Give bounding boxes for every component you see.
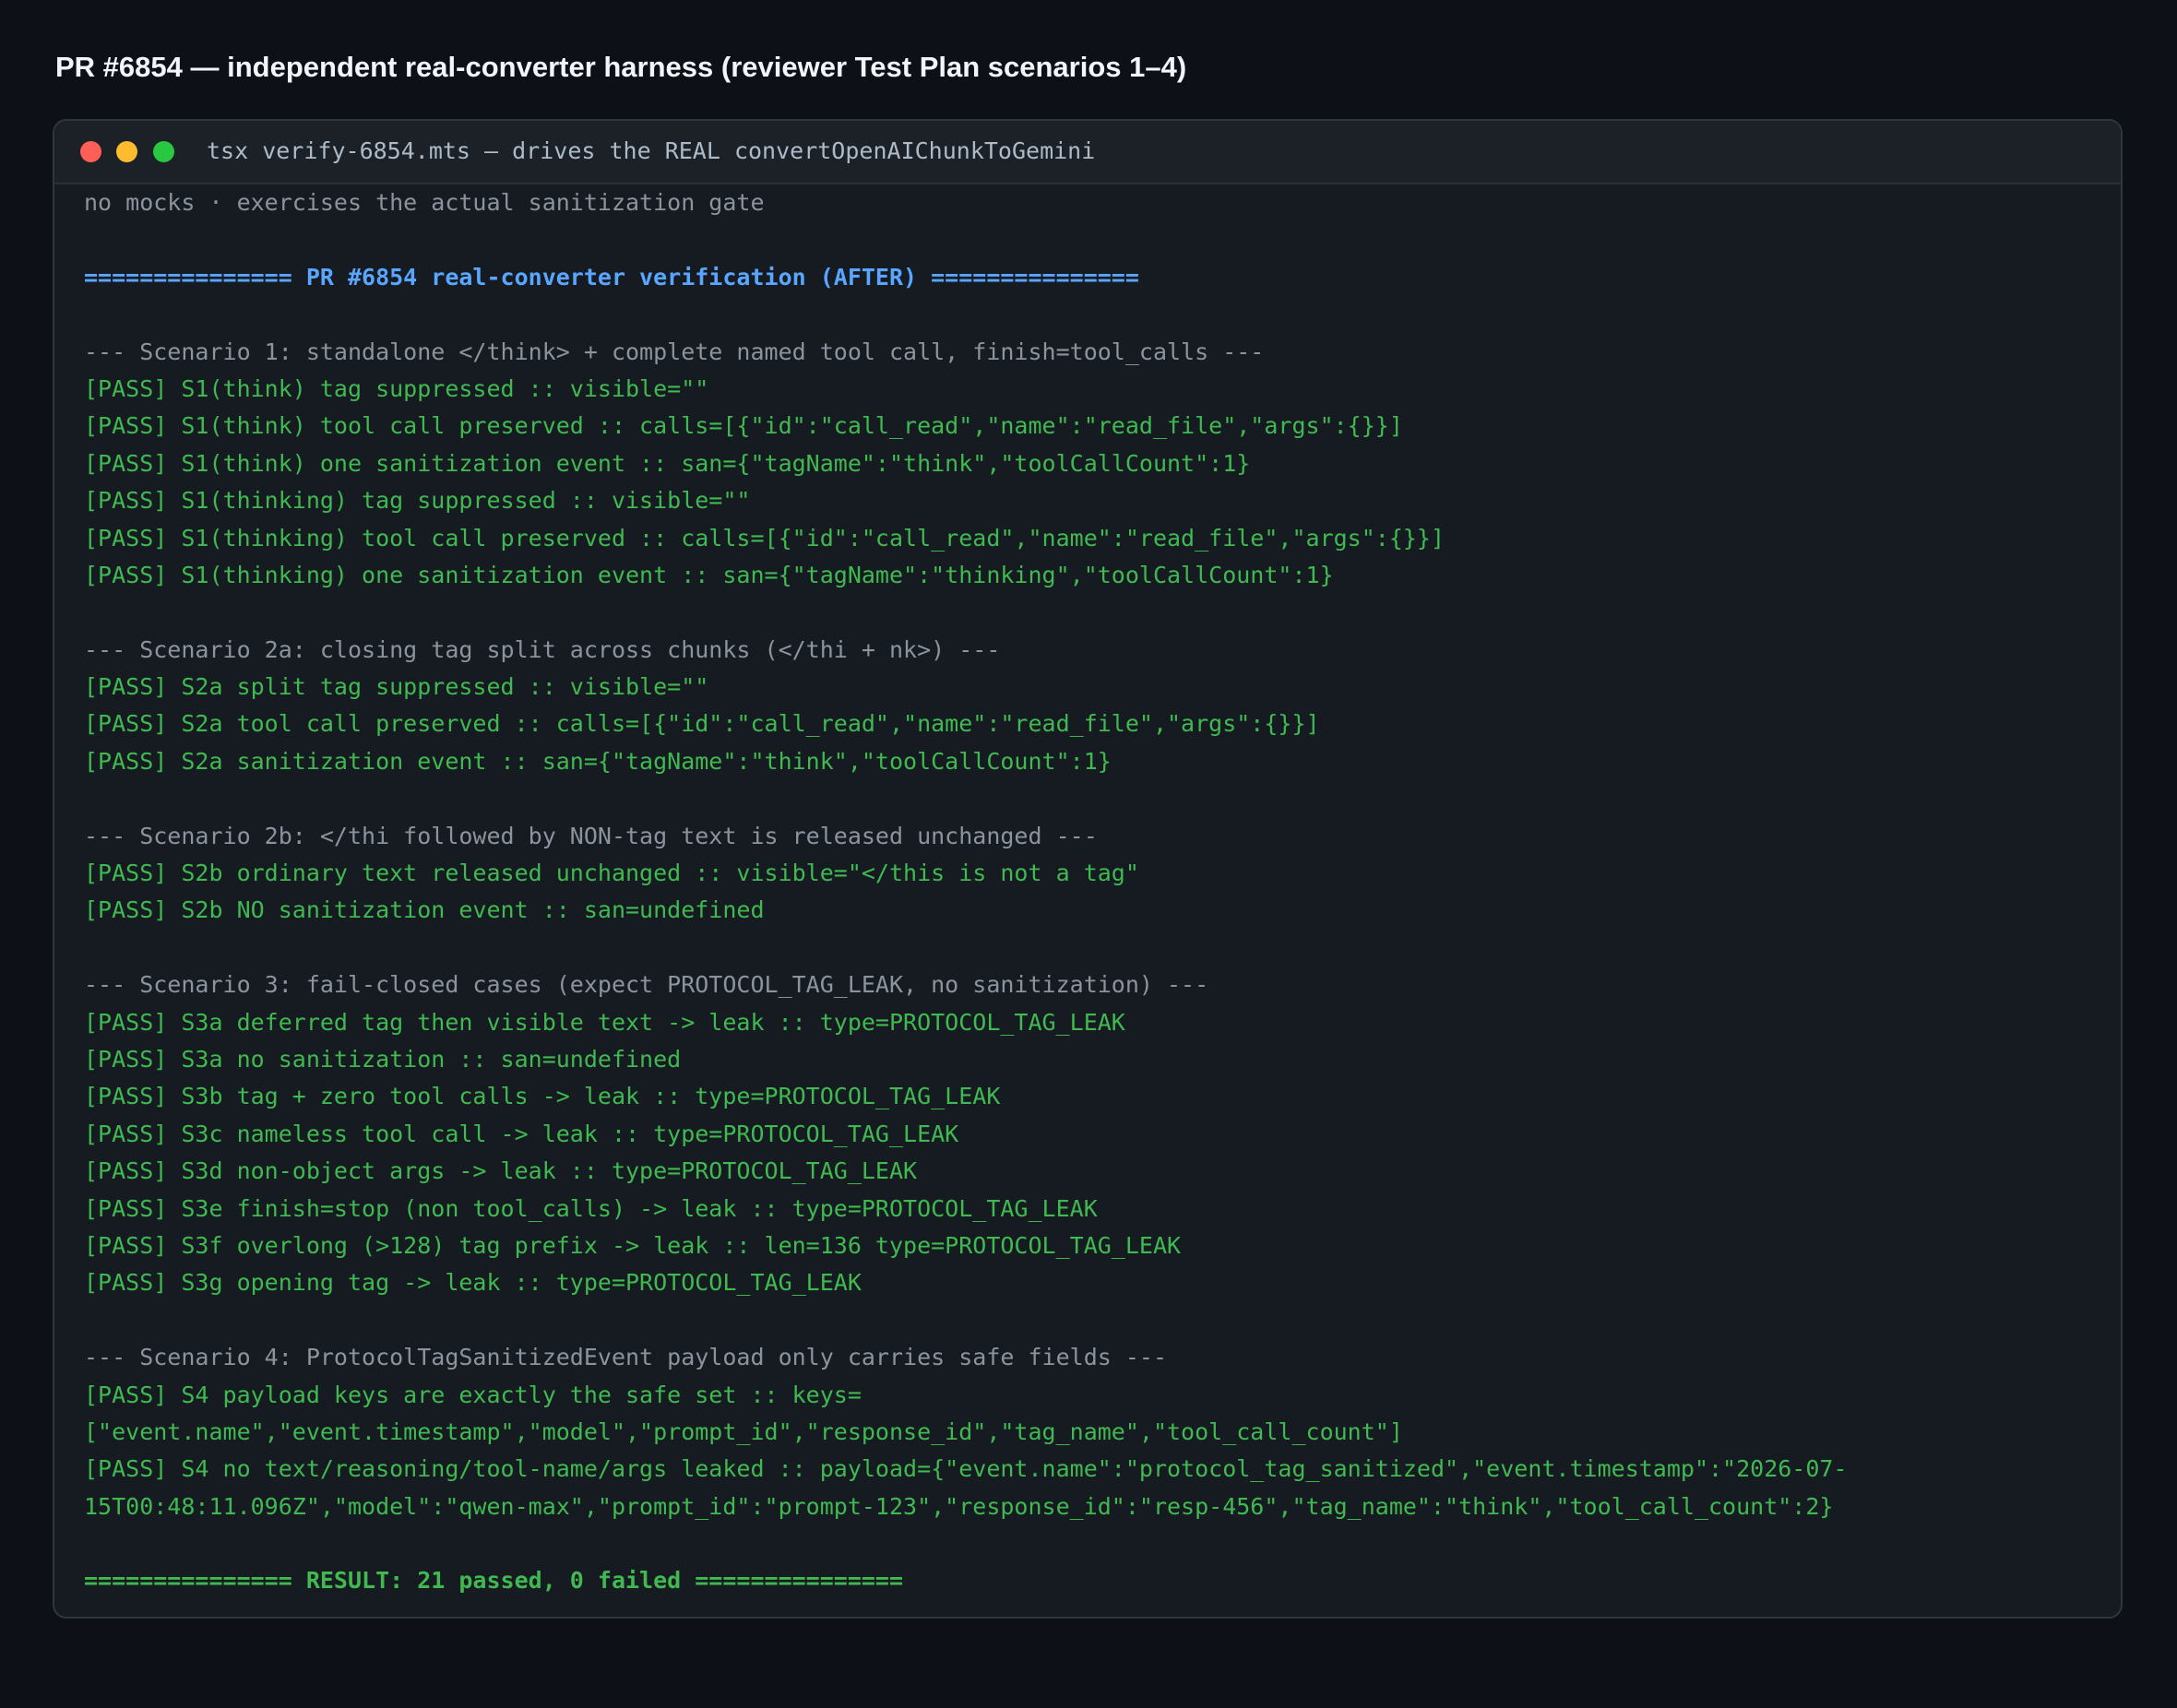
scenario-header: --- Scenario 3: fail-closed cases (expec… (84, 971, 1209, 999)
terminal-window: tsx verify-6854.mts — drives the REAL co… (53, 119, 2123, 1619)
pass-line: [PASS] S1(thinking) tool call preserved … (84, 524, 1445, 552)
pass-line: [PASS] S3e finish=stop (non tool_calls) … (84, 1194, 1098, 1222)
minimize-window-button[interactable] (116, 141, 137, 162)
pass-line: [PASS] S1(thinking) tag suppressed :: vi… (84, 487, 751, 515)
close-window-button[interactable] (80, 141, 101, 162)
pass-line: [PASS] S2a tool call preserved :: calls=… (84, 710, 1320, 738)
pass-line: [PASS] S3a no sanitization :: san=undefi… (84, 1045, 682, 1073)
pass-line-continuation: 15T00:48:11.096Z","model":"qwen-max","pr… (84, 1492, 1834, 1520)
terminal-output[interactable]: no mocks · exercises the actual sanitiza… (84, 184, 2102, 1600)
pass-line: [PASS] S1(think) tool call preserved :: … (84, 412, 1403, 440)
pass-line: [PASS] S2b ordinary text released unchan… (84, 860, 1139, 887)
pass-line: [PASS] S3a deferred tag then visible tex… (84, 1008, 1125, 1036)
page-title: PR #6854 — independent real-converter ha… (55, 51, 1187, 83)
pass-line-continuation: ["event.name","event.timestamp","model",… (84, 1417, 1403, 1445)
pass-line: [PASS] S2a sanitization event :: san={"t… (84, 747, 1112, 775)
scenario-header: --- Scenario 2b: </thi followed by NON-t… (84, 822, 1098, 849)
maximize-window-button[interactable] (153, 141, 174, 162)
result-summary: =============== RESULT: 21 passed, 0 fai… (84, 1567, 904, 1595)
console-subtitle: no mocks · exercises the actual sanitiza… (84, 189, 765, 216)
pass-line: [PASS] S2a split tag suppressed :: visib… (84, 673, 709, 701)
pass-line: [PASS] S4 payload keys are exactly the s… (84, 1381, 862, 1408)
scenario-header: --- Scenario 2a: closing tag split acros… (84, 635, 1001, 663)
scenario-header: --- Scenario 1: standalone </think> + co… (84, 338, 1265, 365)
pass-line: [PASS] S3f overlong (>128) tag prefix ->… (84, 1231, 1182, 1259)
pass-line: [PASS] S1(think) tag suppressed :: visib… (84, 374, 709, 402)
pass-line: [PASS] S3c nameless tool call -> leak ::… (84, 1120, 959, 1147)
terminal-title: tsx verify-6854.mts — drives the REAL co… (207, 137, 1096, 164)
pass-line: [PASS] S3d non-object args -> leak :: ty… (84, 1157, 918, 1185)
pass-line: [PASS] S2b NO sanitization event :: san=… (84, 896, 765, 924)
pass-line: [PASS] S3b tag + zero tool calls -> leak… (84, 1083, 1001, 1110)
pass-line: [PASS] S1(think) one sanitization event … (84, 449, 1251, 477)
pass-line: [PASS] S4 no text/reasoning/tool-name/ar… (84, 1455, 1848, 1483)
scenario-header: --- Scenario 4: ProtocolTagSanitizedEven… (84, 1344, 1167, 1371)
pass-line: [PASS] S1(thinking) one sanitization eve… (84, 561, 1334, 588)
terminal-titlebar: tsx verify-6854.mts — drives the REAL co… (54, 121, 2121, 184)
pass-line: [PASS] S3g opening tag -> leak :: type=P… (84, 1269, 862, 1297)
console-banner: =============== PR #6854 real-converter … (84, 263, 1139, 291)
